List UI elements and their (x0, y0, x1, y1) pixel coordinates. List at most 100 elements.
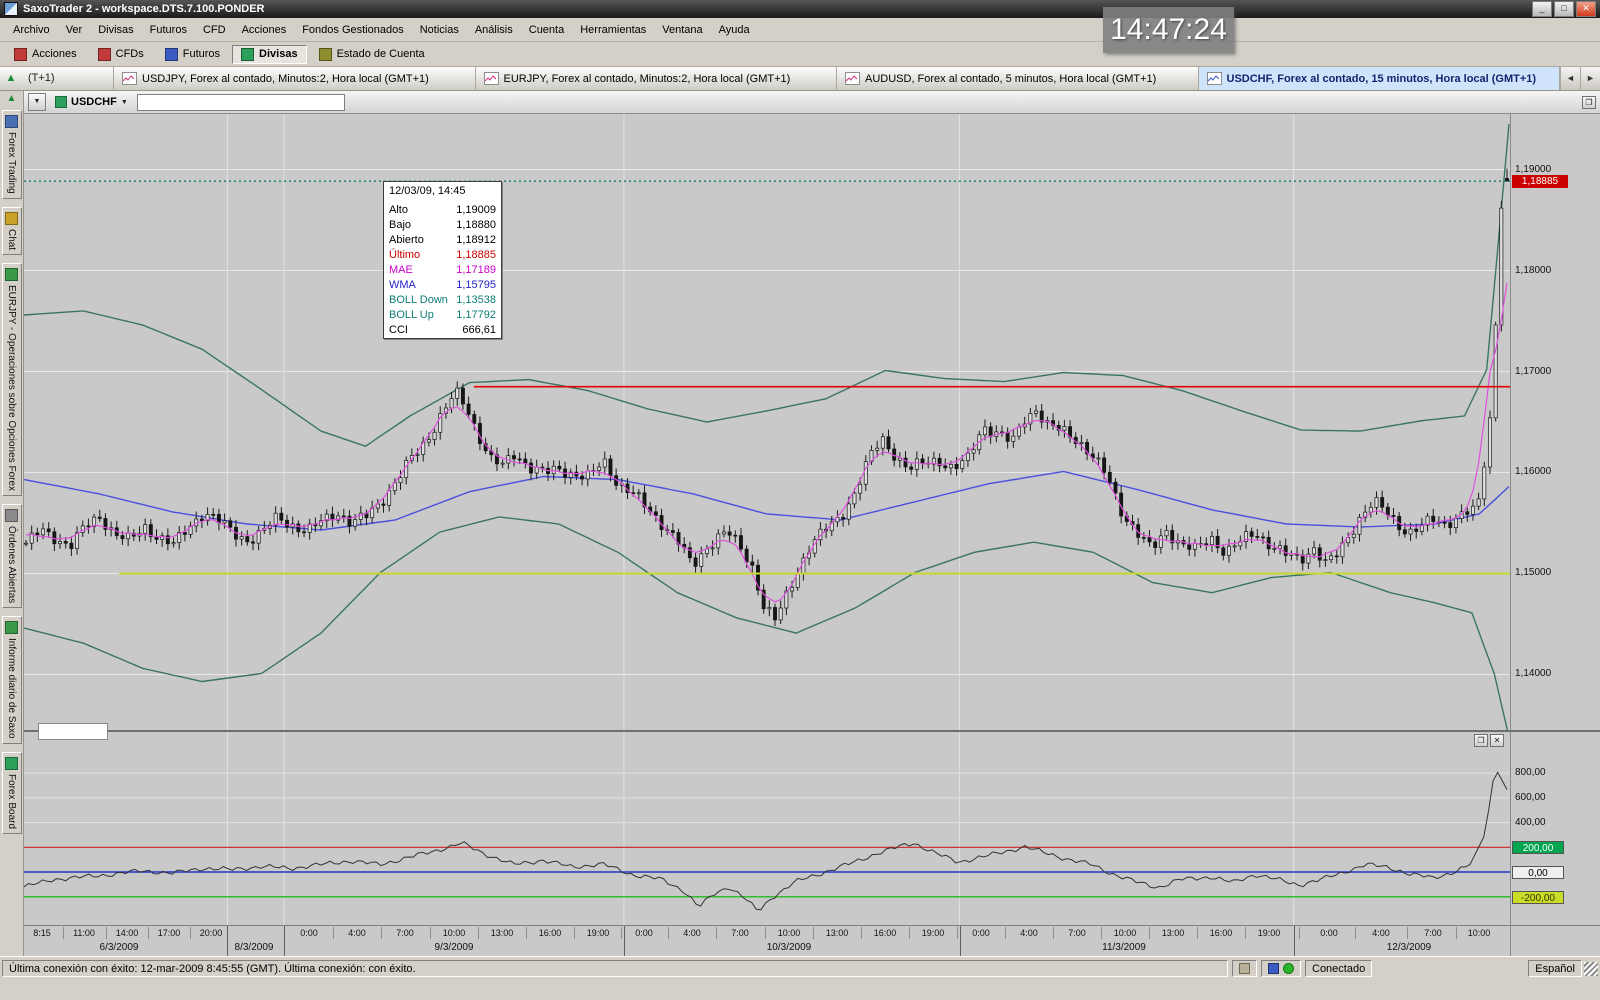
menu-ventana[interactable]: Ventana (654, 21, 710, 39)
time-tick (106, 927, 107, 939)
tooltip-value: 1,17189 (456, 264, 496, 276)
chart-menu-dropdown-button[interactable]: ▼ (28, 93, 46, 111)
menu-ver[interactable]: Ver (58, 21, 91, 39)
cci-axis: 800,00600,00400,00200,000,00-200,00 (1510, 730, 1600, 925)
day-separator (624, 926, 625, 956)
mini-chart-icon (122, 72, 137, 85)
symbol-input[interactable] (137, 94, 345, 111)
time-label: 10:00 (778, 928, 801, 938)
cci-level-badge: -200,00 (1512, 891, 1564, 904)
sidebar-scroll-icon[interactable]: ▲ (7, 91, 17, 106)
date-label: 9/3/2009 (435, 942, 474, 953)
price-chart-plot[interactable] (24, 114, 1510, 730)
toolbar-divisas[interactable]: Divisas (232, 45, 307, 64)
time-label: 7:00 (1068, 928, 1086, 938)
sidebar-item-forex-board[interactable]: Forex Board (2, 752, 22, 834)
left-sidebar: ▲ Forex Trading Chat EURJPY - Operaciones s… (0, 91, 24, 956)
tooltip-row: BOLL Down1,13538 (384, 293, 501, 308)
time-tick (1299, 927, 1300, 939)
time-tick (813, 927, 814, 939)
chart-tab-usdjpy[interactable]: USDJPY, Forex al contado, Minutos:2, Hor… (114, 67, 476, 90)
time-label: 4:00 (683, 928, 701, 938)
menu-fondos-gestionados[interactable]: Fondos Gestionados (294, 21, 412, 39)
close-button[interactable]: ✕ (1576, 1, 1596, 17)
time-label: 16:00 (539, 928, 562, 938)
instrument-icon (55, 96, 67, 108)
tooltip-value: 1,18912 (456, 234, 496, 246)
date-label: 10/3/2009 (767, 942, 812, 953)
time-tick (1355, 927, 1356, 939)
symbol-selector[interactable]: USDCHF ▼ (50, 95, 133, 109)
minimize-button[interactable]: _ (1532, 1, 1552, 17)
time-label: 8:15 (33, 928, 51, 938)
monitor-icon (1268, 963, 1279, 974)
menu-acciones[interactable]: Acciones (234, 21, 295, 39)
menu-cuenta[interactable]: Cuenta (521, 21, 572, 39)
chart-tab-audusd[interactable]: AUDUSD, Forex al contado, 5 minutos, Hor… (837, 67, 1199, 90)
sidebar-scroll-up-icon[interactable]: ▲ (0, 67, 22, 90)
toolbar-estado-de-cuenta[interactable]: Estado de Cuenta (310, 45, 434, 64)
resize-grip[interactable] (1584, 962, 1598, 976)
tooltip-row: Alto1,19009 (384, 203, 501, 218)
chart-restore-button[interactable]: ❐ (1582, 96, 1596, 109)
tooltip-label: Abierto (389, 234, 424, 246)
chart-tab-eurjpy[interactable]: EURJPY, Forex al contado, Minutos:2, Hor… (476, 67, 838, 90)
cci-restore-button[interactable]: ❐ (1474, 734, 1488, 747)
menu-herramientas[interactable]: Herramientas (572, 21, 654, 39)
time-label: 13:00 (826, 928, 849, 938)
time-tick (333, 927, 334, 939)
menu-archivo[interactable]: Archivo (5, 21, 58, 39)
daily-report-icon (5, 621, 18, 634)
sidebar-item-forex-trading[interactable]: Forex Trading (2, 110, 22, 199)
chart-toolbar: ▼ USDCHF ▼ ❐ (24, 91, 1600, 114)
status-bar: Última conexión con éxito: 12-mar-2009 8… (0, 956, 1600, 980)
menu-analisis[interactable]: Análisis (467, 21, 521, 39)
tabs-scroll-right-icon[interactable]: ► (1580, 67, 1600, 90)
day-separator (1294, 926, 1295, 956)
menu-cfd[interactable]: CFD (195, 21, 234, 39)
tooltip-label: Último (389, 249, 420, 261)
time-tick (621, 927, 622, 939)
clock-overlay: 14:47:24 (1103, 7, 1234, 53)
tooltip-label: WMA (389, 279, 416, 291)
price-axis-label: 1,16000 (1515, 466, 1551, 477)
menu-futuros[interactable]: Futuros (142, 21, 195, 39)
menu-noticias[interactable]: Noticias (412, 21, 467, 39)
toolbar-futuros[interactable]: Futuros (156, 45, 229, 64)
cci-axis-label: 800,00 (1515, 767, 1546, 778)
price-axis-label: 1,14000 (1515, 668, 1551, 679)
time-label: 19:00 (587, 928, 610, 938)
sidebar-item-eurjpy-operaciones-sobre-opciones-forex[interactable]: EURJPY - Operaciones sobre Opciones Fore… (2, 263, 22, 496)
cfds-icon (98, 48, 111, 61)
title-bar[interactable]: SaxoTrader 2 - workspace.DTS.7.100.PONDE… (0, 0, 1600, 18)
sidebar-item-informe-diario-de-saxo[interactable]: Informe diario de Saxo (2, 616, 22, 744)
time-tick (478, 927, 479, 939)
tooltip-row: Bajo1,18880 (384, 218, 501, 233)
price-axis: 1,190001,180001,170001,160001,150001,140… (1510, 114, 1600, 730)
tabs-scroll-left-icon[interactable]: ◄ (1560, 67, 1580, 90)
sidebar-item-chat[interactable]: Chat (2, 207, 22, 255)
time-tick (1053, 927, 1054, 939)
language-indicator[interactable]: Español (1528, 960, 1582, 977)
maximize-button[interactable]: □ (1554, 1, 1574, 17)
menu-ayuda[interactable]: Ayuda (711, 21, 758, 39)
chart-tab-usdchf[interactable]: USDCHF, Forex al contado, 15 minutos, Ho… (1199, 67, 1561, 90)
tooltip-value: 1,18885 (456, 249, 496, 261)
time-tick (1456, 927, 1457, 939)
cci-close-button[interactable]: ✕ (1490, 734, 1504, 747)
forex-trading-icon (5, 115, 18, 128)
time-label: 13:00 (1162, 928, 1185, 938)
cci-indicator-panel[interactable]: ❐ ✕ (24, 730, 1510, 927)
time-label: 0:00 (300, 928, 318, 938)
tooltip-row: MAE1,17189 (384, 263, 501, 278)
chart-tab-partial[interactable]: (T+1) (22, 67, 114, 90)
time-tick (861, 927, 862, 939)
toolbar-cfds[interactable]: CFDs (89, 45, 153, 64)
menu-divisas[interactable]: Divisas (90, 21, 141, 39)
toolbar-acciones[interactable]: Acciones (5, 45, 86, 64)
status-network-panel (1261, 960, 1301, 977)
sidebar-item-ordenes-abiertas[interactable]: Órdenes Abiertas (2, 504, 22, 608)
price-axis-label: 1,19000 (1515, 164, 1551, 175)
cci-level-badge: 200,00 (1512, 841, 1564, 854)
status-user-panel (1232, 960, 1257, 977)
